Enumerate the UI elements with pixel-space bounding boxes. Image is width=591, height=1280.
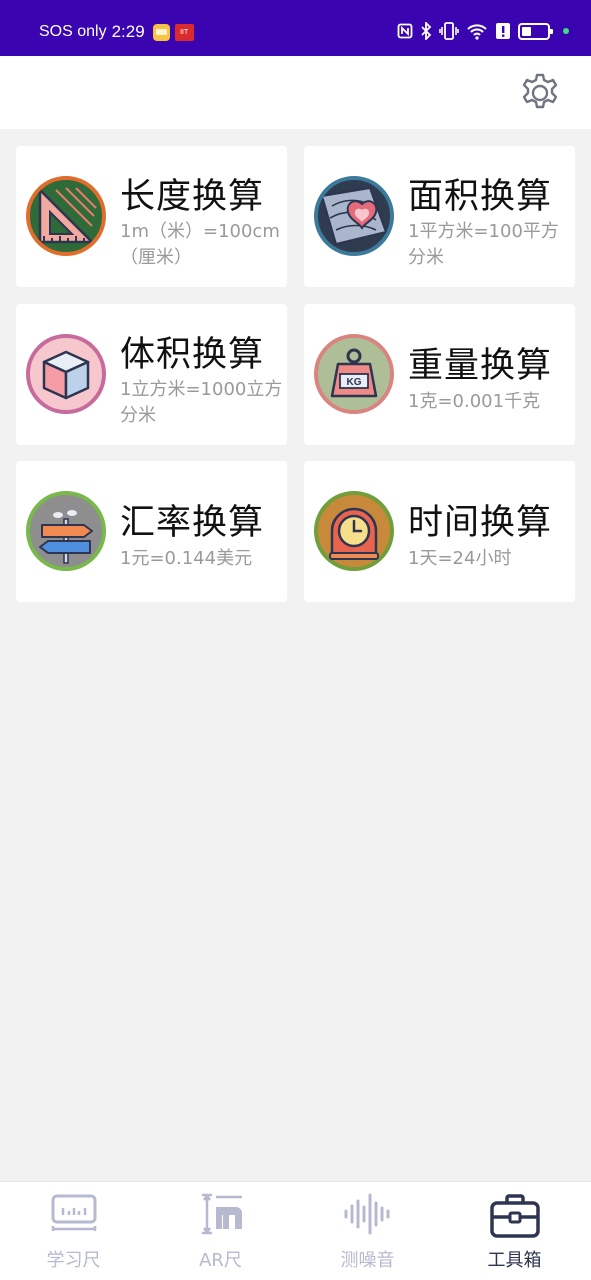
vibrate-icon	[439, 22, 459, 40]
cube-icon	[26, 334, 106, 414]
status-right	[397, 22, 569, 40]
nfc-icon	[397, 23, 413, 39]
status-left: SOS only 2:29 IIT	[39, 22, 194, 42]
nav-label: 测噪音	[340, 1250, 395, 1271]
card-currency[interactable]: 汇率换算 1元=0.144美元	[16, 461, 287, 602]
clock-icon	[314, 491, 394, 571]
card-weight[interactable]: KG 重量换算 1克=0.001千克	[304, 304, 575, 445]
alert-icon	[496, 23, 510, 39]
card-title: 长度换算	[120, 177, 265, 217]
status-bar: SOS only 2:29 IIT	[0, 0, 591, 56]
card-title: 重量换算	[408, 346, 553, 386]
battery-icon	[518, 22, 553, 40]
settings-button[interactable]	[519, 72, 561, 114]
card-description: 1克=0.001千克	[408, 391, 541, 412]
card-description: 1平方米=100平方分米	[408, 221, 559, 268]
nav-item-noise-meter[interactable]: 测噪音	[294, 1182, 441, 1280]
gear-icon	[522, 73, 558, 109]
card-time[interactable]: 时间换算 1天=24小时	[304, 461, 575, 602]
card-volume[interactable]: 体积换算 1立方米=1000立方分米	[16, 304, 287, 445]
toolbox-icon	[489, 1194, 540, 1238]
ar-ruler-icon	[201, 1193, 242, 1235]
wifi-icon	[467, 24, 487, 40]
nav-label: 学习尺	[46, 1250, 101, 1271]
card-description: 1元=0.144美元	[120, 548, 253, 569]
ruler-icon	[51, 1194, 96, 1231]
nav-item-ar-ruler[interactable]: AR尺	[147, 1182, 294, 1280]
notification-app-icon	[152, 23, 170, 41]
card-length[interactable]: 长度换算 1m（米）=100cm（厘米）	[16, 146, 287, 287]
card-title: 体积换算	[120, 335, 265, 375]
bluetooth-icon	[421, 22, 432, 40]
card-title: 汇率换算	[120, 503, 265, 543]
topographic-map-icon	[314, 176, 394, 256]
signpost-icon	[26, 491, 106, 571]
card-description: 1天=24小时	[408, 548, 512, 569]
card-area[interactable]: 面积换算 1平方米=100平方分米	[304, 146, 575, 287]
bottom-nav: 学习尺 AR尺 测噪音 工具箱	[0, 1181, 591, 1280]
nav-item-study-ruler[interactable]: 学习尺	[0, 1182, 147, 1280]
card-description: 1立方米=1000立方分米	[120, 379, 283, 426]
nav-label: 工具箱	[487, 1250, 542, 1271]
ruler-triangle-icon	[26, 176, 106, 256]
clock-time: 2:29	[111, 22, 145, 41]
nav-item-toolbox[interactable]: 工具箱	[441, 1182, 588, 1280]
card-title: 面积换算	[408, 177, 553, 217]
privacy-indicator-dot	[563, 28, 569, 34]
card-description: 1m（米）=100cm（厘米）	[120, 221, 280, 268]
kg-weight-icon: KG	[314, 334, 394, 414]
nav-label: AR尺	[199, 1250, 242, 1271]
svg-text:KG: KG	[347, 377, 362, 388]
sound-wave-icon	[344, 1193, 389, 1235]
app-header	[0, 56, 591, 129]
card-title: 时间换算	[408, 503, 553, 543]
carrier-text: SOS only	[39, 23, 107, 40]
notification-badge-icon: IIT	[174, 23, 194, 41]
